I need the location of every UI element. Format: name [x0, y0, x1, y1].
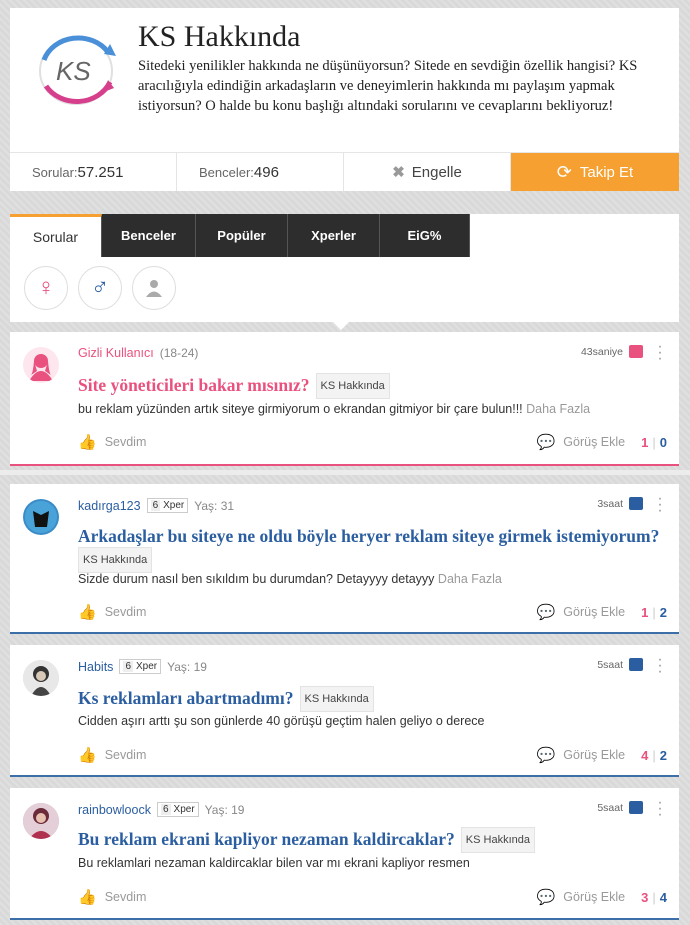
speech-bubbles-icon: 💬	[536, 747, 556, 764]
thumbs-up-icon: 👍	[78, 889, 97, 906]
ks-logo: KS	[30, 30, 128, 112]
topic-description: Sitedeki yenilikler hakkında ne düşünüyo…	[138, 58, 638, 114]
tab-bar: Sorular Benceler Popüler Xperler EiG%	[10, 214, 470, 257]
like-button[interactable]: 👍 Sevdim	[78, 746, 146, 764]
user-age: Yaş: 19	[167, 659, 207, 674]
thumbs-up-icon: 👍	[78, 434, 97, 451]
badges-stat[interactable]: Benceler: 496	[177, 153, 344, 191]
tabs-panel: Sorular Benceler Popüler Xperler EiG% ♀ …	[10, 214, 679, 322]
username[interactable]: Habits	[78, 660, 113, 674]
answer-counts: 3 | 4	[641, 889, 667, 905]
block-button[interactable]: ✖ Engelle	[344, 153, 511, 191]
thumbs-up-icon: 👍	[78, 604, 97, 621]
question-title[interactable]: Bu reklam ekrani kapliyor nezaman kaldir…	[78, 827, 535, 853]
user-age: Yaş: 31	[194, 498, 235, 513]
timestamp: 5saat	[597, 659, 623, 671]
comment-bubble-icon	[629, 345, 643, 358]
questions-stat[interactable]: Sorular: 57.251	[10, 153, 177, 191]
category-tag[interactable]: KS Hakkında	[460, 827, 535, 853]
category-tag[interactable]: KS Hakkında	[315, 373, 390, 399]
svg-text:KS: KS	[56, 56, 91, 86]
more-options-icon[interactable]: · · ·	[657, 652, 663, 680]
topic-header: KS KS Hakkında Sitedeki yenilikler hakkı…	[10, 8, 679, 191]
anonymous-filter-button[interactable]	[132, 266, 176, 310]
timestamp: 43saniye	[580, 346, 623, 358]
question-title[interactable]: Site yöneticileri bakar mısınız? KS Hakkı…	[78, 373, 390, 399]
tab-badges[interactable]: Benceler	[102, 214, 196, 257]
question-body: Bu reklamlari nezaman kaldircaklar bilen…	[78, 856, 470, 870]
add-comment-button[interactable]: 💬 Görüş Ekle	[537, 746, 626, 764]
user-age: (18-24)	[159, 346, 199, 360]
more-options-icon[interactable]: · · ·	[657, 795, 663, 823]
like-button[interactable]: 👍 Sevdim	[78, 433, 146, 451]
male-icon: ♂	[91, 274, 109, 301]
question-body: bu reklam yüzünden artık siteye girmiyor…	[78, 402, 591, 416]
add-comment-button[interactable]: 💬 Görüş Ekle	[537, 603, 626, 621]
avatar	[23, 347, 59, 383]
avatar	[23, 499, 59, 535]
close-icon: ✖	[392, 164, 405, 181]
section-divider	[0, 470, 690, 475]
username[interactable]: Gizli Kullanıcı	[78, 346, 154, 360]
speech-bubbles-icon: 💬	[536, 434, 556, 451]
question-card[interactable]: rainbowloock 6 Xper Yaş: 19 5saat · · · Bu …	[10, 788, 679, 920]
question-title[interactable]: Ks reklamları abartmadımı? KS Hakkında	[78, 686, 374, 712]
more-options-icon[interactable]: · · ·	[657, 339, 663, 367]
female-icon: ♀	[37, 274, 55, 301]
question-body: Sizde durum nasıl ben sıkıldım bu durumd…	[78, 572, 502, 586]
category-tag[interactable]: KS Hakkında	[78, 547, 153, 573]
tab-notch	[333, 322, 349, 330]
username[interactable]: rainbowloock	[78, 803, 151, 817]
speech-bubbles-icon: 💬	[536, 889, 556, 906]
avatar	[23, 660, 59, 696]
more-options-icon[interactable]: · · ·	[657, 491, 663, 519]
xper-badge: 6 Xper	[146, 498, 189, 513]
comment-bubble-icon	[629, 497, 643, 510]
comment-bubble-icon	[629, 658, 643, 671]
like-button[interactable]: 👍 Sevdim	[78, 888, 146, 906]
avatar	[23, 803, 59, 839]
username[interactable]: kadırga123	[78, 499, 141, 513]
answer-counts: 1 | 2	[641, 604, 667, 620]
xper-badge: 6 Xper	[156, 802, 199, 817]
follow-button[interactable]: ⟳ Takip Et	[511, 153, 679, 191]
female-filter-button[interactable]: ♀	[24, 266, 68, 310]
tab-eig[interactable]: EiG%	[380, 214, 470, 257]
speech-bubbles-icon: 💬	[536, 604, 556, 621]
question-card[interactable]: Gizli Kullanıcı (18-24) 43saniye · · · Sit…	[10, 332, 679, 466]
thumbs-up-icon: 👍	[78, 747, 97, 764]
anonymous-icon	[146, 280, 162, 297]
read-more-link[interactable]: Daha Fazla	[438, 572, 502, 586]
timestamp: 5saat	[597, 802, 623, 814]
timestamp: 3saat	[597, 498, 623, 510]
like-button[interactable]: 👍 Sevdim	[78, 603, 146, 621]
user-age: Yaş: 19	[204, 802, 245, 817]
question-card[interactable]: kadırga123 6 Xper Yaş: 31 3saat · · · Arkad…	[10, 484, 679, 634]
comment-bubble-icon	[629, 801, 643, 814]
tab-popular[interactable]: Popüler	[196, 214, 288, 257]
answer-counts: 1 | 0	[641, 434, 667, 450]
tab-questions[interactable]: Sorular	[10, 214, 102, 257]
male-filter-button[interactable]: ♂	[78, 266, 122, 310]
add-comment-button[interactable]: 💬 Görüş Ekle	[537, 433, 626, 451]
answer-counts: 4 | 2	[641, 747, 667, 763]
page-title: KS Hakkında	[138, 20, 301, 53]
add-comment-button[interactable]: 💬 Görüş Ekle	[537, 888, 626, 906]
stats-bar: Sorular: 57.251 Benceler: 496 ✖ Engelle ⟳ …	[10, 152, 679, 191]
category-tag[interactable]: KS Hakkında	[299, 686, 374, 712]
xper-badge: 6 Xper	[119, 659, 162, 674]
question-title[interactable]: Arkadaşlar bu siteye ne oldu böyle herye…	[78, 525, 668, 573]
refresh-icon: ⟳	[556, 161, 572, 182]
question-card[interactable]: Habits 6 Xper Yaş: 19 5saat · · · Ks reklam…	[10, 645, 679, 777]
read-more-link[interactable]: Daha Fazla	[526, 402, 590, 416]
question-body: Cidden aşırı arttı şu son günlerde 40 gö…	[78, 714, 485, 728]
tab-xpers[interactable]: Xperler	[288, 214, 380, 257]
